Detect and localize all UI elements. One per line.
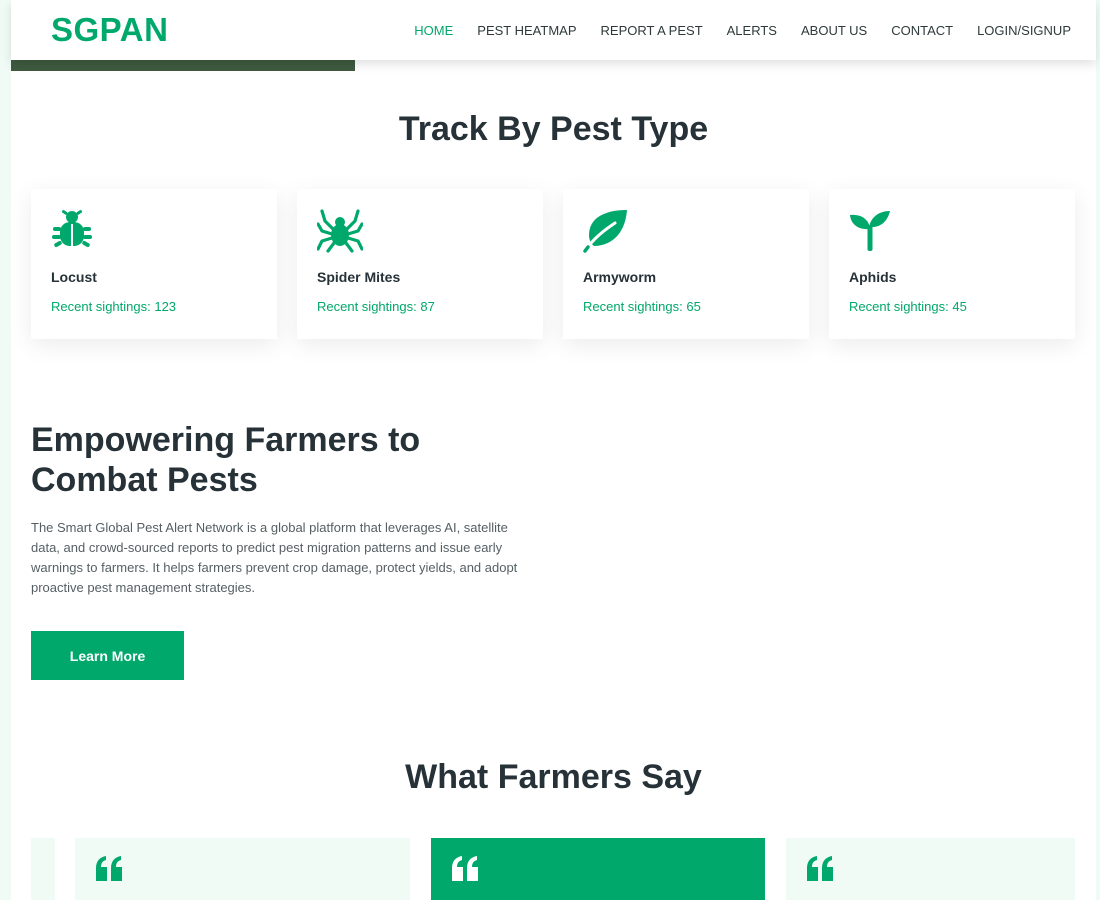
nav-alerts[interactable]: ALERTS [727,23,777,38]
pest-name: Locust [51,269,97,285]
testimonials-title: What Farmers Say [405,758,702,796]
testimonial-card-featured [431,838,765,900]
spider-icon [317,209,363,253]
pest-sightings: Recent sightings: 123 [51,299,177,314]
seedling-icon [850,211,890,251]
pest-card-locust[interactable]: Locust Recent sightings: 123 [31,189,277,339]
pest-cards: Locust Recent sightings: 123 Spider Mite… [31,189,1075,339]
about-title: Empowering Farmers to Combat Pests [31,421,421,499]
pest-sightings: Recent sightings: 45 [849,299,967,314]
quote-icon [807,856,833,881]
navbar: SGPAN HOME PEST HEATMAP REPORT A PEST AL… [11,0,1096,60]
nav-home[interactable]: HOME [414,23,453,38]
nav-menu: HOME PEST HEATMAP REPORT A PEST ALERTS A… [414,23,1071,38]
pest-name: Aphids [849,269,897,285]
pest-card-spider-mites[interactable]: Spider Mites Recent sightings: 87 [297,189,543,339]
testimonial-card [786,838,1075,900]
pest-sightings: Recent sightings: 87 [317,299,435,314]
nav-login-signup[interactable]: LOGIN/SIGNUP [977,23,1071,38]
nav-about-us[interactable]: ABOUT US [801,23,867,38]
pest-card-aphids[interactable]: Aphids Recent sightings: 45 [829,189,1075,339]
nav-report-pest[interactable]: REPORT A PEST [601,23,703,38]
leaf-icon [583,210,627,253]
quote-icon [452,856,478,881]
nav-contact[interactable]: CONTACT [891,23,953,38]
pest-sightings: Recent sightings: 65 [583,299,701,314]
nav-pest-heatmap[interactable]: PEST HEATMAP [477,23,576,38]
learn-more-button[interactable]: Learn More [31,631,184,680]
pest-name: Armyworm [583,269,657,285]
site-logo[interactable]: SGPAN [51,11,168,49]
pest-section-title: Track By Pest Type [398,110,709,148]
testimonial-card [75,838,410,900]
pest-name: Spider Mites [317,269,401,285]
bug-icon [52,210,92,247]
about-description: The Smart Global Pest Alert Network is a… [31,520,518,595]
testimonial-card-partial [31,838,55,900]
quote-icon [96,856,122,881]
pest-card-armyworm[interactable]: Armyworm Recent sightings: 65 [563,189,809,339]
